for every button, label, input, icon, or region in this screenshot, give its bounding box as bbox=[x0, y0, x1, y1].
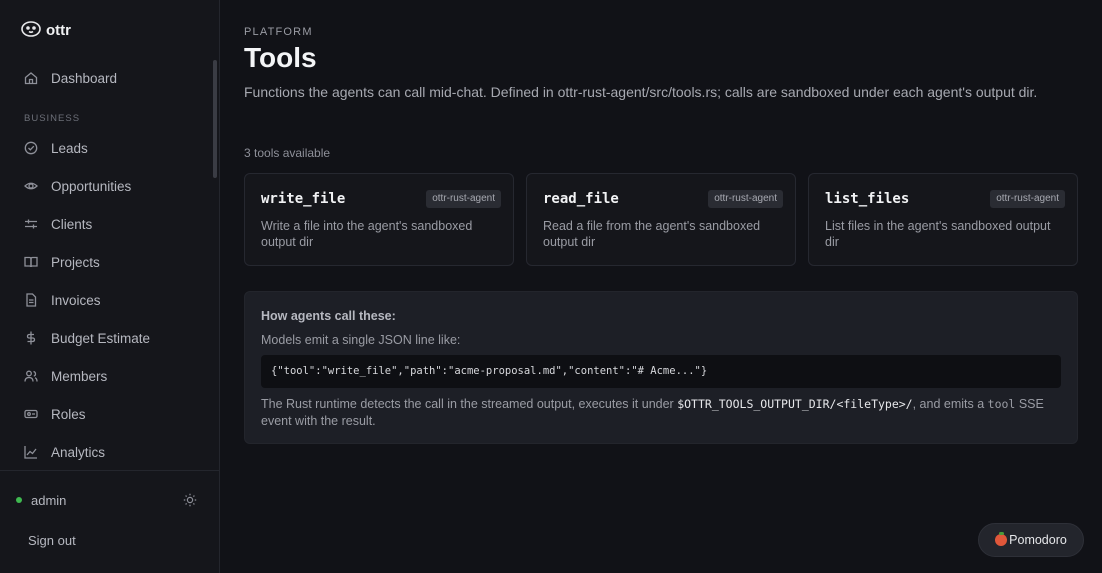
sign-out-link[interactable]: Sign out bbox=[28, 533, 76, 548]
badge-icon bbox=[24, 407, 38, 421]
sidebar-item-label: Invoices bbox=[51, 292, 101, 308]
sun-icon[interactable] bbox=[182, 492, 198, 508]
book-icon bbox=[24, 255, 38, 269]
tool-name: write_file bbox=[261, 191, 346, 207]
sidebar-item-label: Dashboard bbox=[51, 70, 118, 86]
sidebar-item-opportunities[interactable]: Opportunities bbox=[12, 171, 204, 201]
dollar-icon bbox=[24, 331, 38, 345]
sliders-icon bbox=[24, 217, 38, 231]
sidebar-item-label: Members bbox=[51, 368, 108, 384]
section-label-business: BUSINESS bbox=[24, 113, 81, 124]
username: admin bbox=[31, 492, 67, 508]
tool-description: Read a file from the agent's sandboxed o… bbox=[543, 219, 761, 249]
sidebar-item-label: Clients bbox=[51, 216, 93, 232]
sidebar-item-invoices[interactable]: Invoices bbox=[12, 285, 204, 315]
eye-icon bbox=[24, 179, 38, 193]
sidebar-item-clients[interactable]: Clients bbox=[12, 209, 204, 239]
sidebar-item-analytics[interactable]: Analytics bbox=[12, 437, 204, 467]
tool-badge: ottr-rust-agent bbox=[426, 190, 501, 208]
sidebar-item-members[interactable]: Members bbox=[12, 361, 204, 391]
tool-description: List files in the agent's sandboxed outp… bbox=[825, 219, 1051, 249]
otter-icon bbox=[20, 19, 42, 41]
brand-logo[interactable]: ottr bbox=[20, 20, 71, 40]
sidebar-item-projects[interactable]: Projects bbox=[12, 247, 204, 277]
user-row: admin bbox=[16, 490, 204, 510]
sidebar-divider bbox=[0, 470, 219, 471]
check-circle-icon bbox=[24, 141, 38, 155]
sidebar-scrollbar[interactable] bbox=[213, 60, 217, 178]
section-eyebrow: PLATFORM bbox=[244, 26, 313, 38]
tool-badge: ottr-rust-agent bbox=[708, 190, 783, 208]
tool-card-read-file[interactable]: read_file ottr-rust-agent Read a file fr… bbox=[526, 173, 796, 266]
sidebar-item-label: Roles bbox=[51, 406, 86, 422]
sidebar: ottr Dashboard BUSINESS Leads Opportunit… bbox=[0, 0, 220, 573]
sidebar-item-label: Opportunities bbox=[51, 178, 132, 194]
info-subtitle: Models emit a single JSON line like: bbox=[261, 333, 461, 347]
tool-badge: ottr-rust-agent bbox=[990, 190, 1065, 208]
tool-name: list_files bbox=[825, 191, 910, 207]
chart-icon bbox=[24, 445, 38, 459]
info-footer-text: The Rust runtime detects the call in the… bbox=[261, 397, 678, 411]
file-icon bbox=[24, 293, 38, 307]
page-title: Tools bbox=[244, 42, 317, 73]
sidebar-item-budget-estimate[interactable]: Budget Estimate bbox=[12, 323, 204, 353]
sidebar-item-roles[interactable]: Roles bbox=[12, 399, 204, 429]
tool-card-list-files[interactable]: list_files ottr-rust-agent List files in… bbox=[808, 173, 1078, 266]
sidebar-item-dashboard[interactable]: Dashboard bbox=[12, 63, 204, 93]
brand-name: ottr bbox=[46, 21, 71, 39]
info-footer-text: , and emits a bbox=[912, 397, 988, 411]
tools-count: 3 tools available bbox=[244, 146, 331, 160]
pomodoro-label: Pomodoro bbox=[1009, 533, 1067, 547]
sidebar-item-label: Leads bbox=[51, 140, 88, 156]
sidebar-item-label: Budget Estimate bbox=[51, 330, 151, 346]
home-icon bbox=[24, 71, 38, 85]
tomato-icon bbox=[995, 532, 1008, 546]
page-description: Functions the agents can call mid-chat. … bbox=[244, 84, 1038, 100]
output-dir-path: $OTTR_TOOLS_OUTPUT_DIR/<fileType>/ bbox=[677, 397, 913, 411]
tool-card-write-file[interactable]: write_file ottr-rust-agent Write a file … bbox=[244, 173, 514, 266]
sidebar-item-label: Analytics bbox=[51, 444, 106, 460]
sidebar-item-label: Projects bbox=[51, 254, 100, 270]
pomodoro-button[interactable]: Pomodoro bbox=[978, 523, 1084, 557]
sidebar-item-leads[interactable]: Leads bbox=[12, 133, 204, 163]
json-code-example: {"tool":"write_file","path":"acme-propos… bbox=[261, 355, 1061, 388]
tool-description: Write a file into the agent's sandboxed … bbox=[261, 219, 473, 249]
info-footer: The Rust runtime detects the call in the… bbox=[261, 396, 1061, 430]
users-icon bbox=[24, 369, 38, 383]
usage-info-panel: How agents call these: Models emit a sin… bbox=[244, 291, 1078, 444]
tool-name: read_file bbox=[543, 191, 619, 207]
info-title: How agents call these: bbox=[261, 309, 396, 323]
online-status-dot bbox=[16, 497, 22, 503]
tool-keyword: tool bbox=[987, 397, 1016, 411]
